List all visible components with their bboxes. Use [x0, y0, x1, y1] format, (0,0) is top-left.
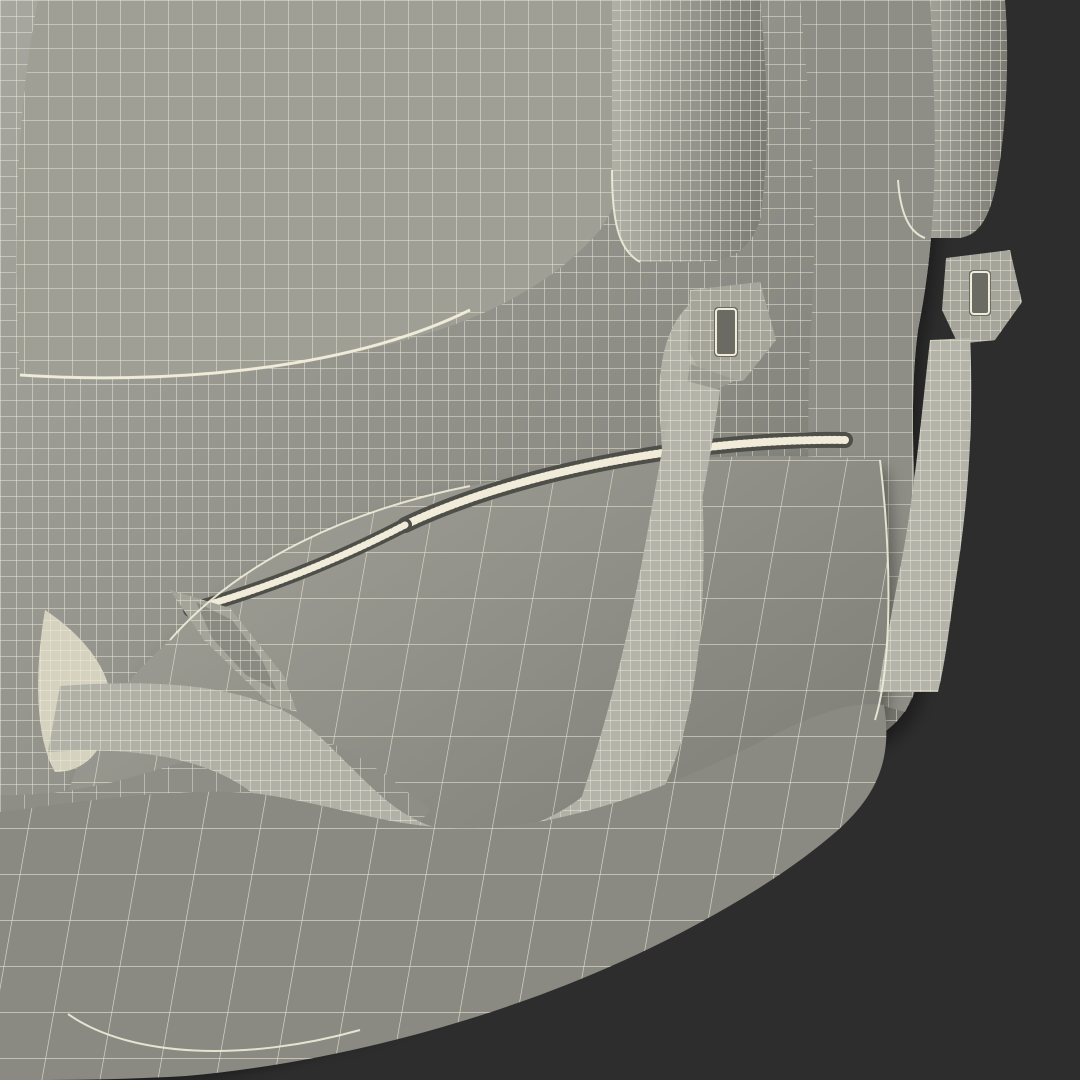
- render-viewport: [0, 0, 1080, 1080]
- upper-left-strap: [612, 0, 767, 262]
- backpack-wireframe-image: [0, 0, 1080, 1080]
